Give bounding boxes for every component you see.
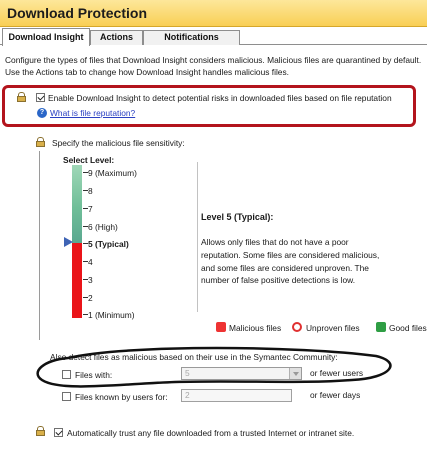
- fewer-days-label: or fewer days: [310, 390, 361, 400]
- fewer-users-label: or fewer users: [310, 368, 364, 378]
- files-with-label: Files with:: [75, 370, 113, 380]
- red-zone-bar: [72, 243, 82, 318]
- tab-actions[interactable]: Actions: [90, 30, 143, 45]
- legend-unproven-label: Unproven files: [306, 323, 360, 333]
- trust-downloads-checkbox[interactable]: [54, 428, 63, 437]
- level-6-label[interactable]: 6 (High): [88, 222, 118, 232]
- green-zone-bar: [72, 165, 82, 243]
- trust-downloads-label: Automatically trust any file downloaded …: [67, 428, 355, 438]
- legend-good-label: Good files: [389, 323, 427, 333]
- tab-notifications[interactable]: Notifications: [143, 30, 240, 45]
- window-title: Download Protection: [7, 5, 147, 21]
- files-with-users-value: 5: [185, 368, 190, 378]
- level-2-label[interactable]: 2: [88, 293, 93, 303]
- files-known-by-checkbox[interactable]: [62, 392, 71, 401]
- chevron-down-icon[interactable]: [289, 368, 301, 379]
- lock-icon[interactable]: [36, 137, 45, 147]
- level-3-label[interactable]: 3: [88, 275, 93, 285]
- unproven-files-icon: [292, 322, 302, 332]
- files-with-users-select[interactable]: 5: [181, 367, 302, 380]
- select-level-label: Select Level:: [63, 155, 115, 165]
- good-files-icon: [376, 322, 386, 332]
- description-line-1: Configure the types of files that Downlo…: [5, 55, 422, 65]
- level-info-text: Allows only files that do not have a poo…: [201, 237, 380, 286]
- divider: [197, 162, 198, 312]
- description-text: Configure the types of files that Downlo…: [5, 54, 427, 78]
- level-8-label[interactable]: 8: [88, 186, 93, 196]
- level-9-label[interactable]: 9 (Maximum): [88, 168, 137, 178]
- tab-download-insight[interactable]: Download Insight: [2, 28, 90, 46]
- days-input[interactable]: 2: [181, 389, 292, 402]
- malicious-files-icon: [216, 322, 226, 332]
- title-bar: Download Protection: [0, 0, 427, 27]
- level-info-title: Level 5 (Typical):: [201, 212, 274, 222]
- legend-malicious-label: Malicious files: [229, 323, 282, 333]
- level-slider-handle[interactable]: [64, 237, 73, 247]
- level-5-label[interactable]: 5 (Typical): [88, 239, 129, 249]
- level-7-label[interactable]: 7: [88, 204, 93, 214]
- sensitivity-heading: Specify the malicious file sensitivity:: [52, 138, 185, 148]
- level-1-label[interactable]: 1 (Minimum): [88, 310, 135, 320]
- files-with-checkbox[interactable]: [62, 370, 71, 379]
- files-known-by-label: Files known by users for:: [75, 392, 168, 402]
- description-line-2: Use the Actions tab to change how Downlo…: [5, 67, 289, 77]
- tab-strip: Download Insight Actions Notifications: [0, 28, 427, 46]
- annotation-highlight: [2, 85, 416, 127]
- community-heading: Also detect files as malicious based on …: [50, 352, 338, 362]
- level-4-label[interactable]: 4: [88, 257, 93, 267]
- lock-icon[interactable]: [36, 426, 45, 436]
- group-line: [39, 151, 40, 340]
